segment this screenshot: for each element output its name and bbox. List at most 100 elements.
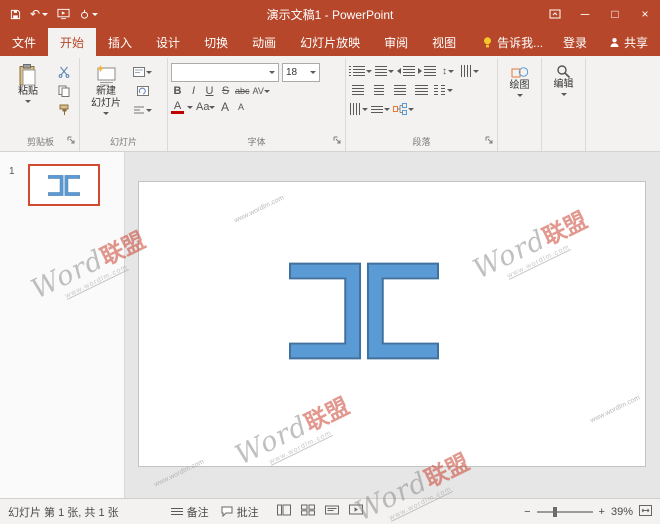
slide-sorter-view-button[interactable] bbox=[301, 504, 315, 519]
title-bar: ↶ 演示文稿1 - PowerPoint ─ □ × bbox=[0, 0, 660, 28]
grow-font-button[interactable]: A bbox=[218, 100, 231, 114]
tab-slideshow[interactable]: 幻灯片放映 bbox=[288, 28, 372, 56]
zoom-percent[interactable]: 39% bbox=[611, 506, 633, 518]
slide-counter: 幻灯片 第 1 张, 共 1 张 bbox=[8, 504, 119, 520]
bullets-button[interactable] bbox=[349, 63, 372, 79]
line-spacing-button[interactable]: ↕ bbox=[439, 63, 457, 79]
paste-button[interactable]: 粘贴 bbox=[5, 60, 51, 136]
start-slideshow-button[interactable] bbox=[57, 8, 70, 20]
sign-in-button[interactable]: 登录 bbox=[553, 28, 597, 56]
decrease-indent-button[interactable] bbox=[397, 63, 415, 79]
align-text-caret-icon bbox=[384, 108, 390, 111]
convert-to-smartart-button[interactable] bbox=[393, 101, 414, 117]
font-color-button[interactable]: A bbox=[171, 101, 184, 114]
cut-button[interactable] bbox=[55, 64, 73, 80]
undo-button[interactable]: ↶ bbox=[30, 7, 48, 21]
smartart-icon bbox=[393, 103, 407, 115]
close-button[interactable]: × bbox=[630, 0, 660, 28]
ribbon-tab-bar: 文件 开始 插入 设计 切换 动画 幻灯片放映 审阅 视图 告诉我... 登录 … bbox=[0, 28, 660, 56]
maximize-button[interactable]: □ bbox=[600, 0, 630, 28]
ribbon-display-options-button[interactable] bbox=[540, 0, 570, 28]
layout-button[interactable] bbox=[133, 64, 152, 80]
editing-button[interactable]: 编辑 bbox=[545, 60, 582, 136]
slideshow-view-button[interactable] bbox=[349, 504, 363, 519]
strikethrough-button[interactable]: S bbox=[219, 85, 232, 97]
slideshow-icon bbox=[57, 8, 70, 20]
group-label-clipboard: 剪贴板 bbox=[27, 137, 54, 147]
align-text-button[interactable] bbox=[371, 101, 390, 117]
shrink-font-button[interactable]: A bbox=[234, 102, 247, 112]
change-case-button[interactable]: Aa bbox=[196, 101, 215, 113]
section-button[interactable] bbox=[133, 102, 152, 118]
align-left-button[interactable] bbox=[349, 82, 367, 98]
line-spacing-caret-icon bbox=[448, 70, 454, 73]
tell-me-label: 告诉我... bbox=[497, 34, 543, 51]
character-spacing-button[interactable]: AV bbox=[253, 86, 270, 96]
new-slide-button[interactable]: 新建 幻灯片 bbox=[83, 60, 129, 136]
notes-button[interactable]: 备注 bbox=[171, 504, 209, 520]
italic-button[interactable]: I bbox=[187, 85, 200, 97]
reading-view-button[interactable] bbox=[325, 504, 339, 519]
smartart-caret-icon bbox=[408, 108, 414, 111]
bold-button[interactable]: B bbox=[171, 85, 184, 97]
rotate-text-button[interactable] bbox=[349, 101, 368, 117]
font-dialog-launcher[interactable] bbox=[333, 136, 342, 149]
i-beam-right-half[interactable] bbox=[368, 264, 438, 359]
tab-transitions[interactable]: 切换 bbox=[192, 28, 240, 56]
tab-animations[interactable]: 动画 bbox=[240, 28, 288, 56]
i-beam-left-half bbox=[48, 175, 63, 195]
group-label-font: 字体 bbox=[247, 137, 265, 147]
save-button[interactable] bbox=[10, 9, 21, 20]
text-direction-button[interactable] bbox=[460, 63, 479, 79]
align-right-button[interactable] bbox=[391, 82, 409, 98]
format-painter-icon bbox=[58, 104, 70, 116]
tab-home[interactable]: 开始 bbox=[48, 28, 96, 56]
minimize-button[interactable]: ─ bbox=[570, 0, 600, 28]
layout-icon bbox=[133, 67, 145, 77]
text-shadow-button[interactable]: abc bbox=[235, 86, 250, 96]
tab-view[interactable]: 视图 bbox=[420, 28, 468, 56]
rotate-text-caret-icon bbox=[362, 108, 368, 111]
slide-canvas[interactable] bbox=[138, 181, 646, 467]
drawing-button[interactable]: 绘图 bbox=[501, 60, 538, 136]
tell-me-box[interactable]: 告诉我... bbox=[476, 28, 549, 56]
tab-design[interactable]: 设计 bbox=[144, 28, 192, 56]
tab-file[interactable]: 文件 bbox=[0, 28, 48, 56]
i-beam-left-half[interactable] bbox=[290, 264, 360, 359]
reset-slide-button[interactable] bbox=[133, 83, 152, 99]
i-beam-shape[interactable] bbox=[289, 262, 439, 360]
group-label-slides: 幻灯片 bbox=[110, 137, 137, 147]
underline-button[interactable]: U bbox=[203, 85, 216, 97]
share-button[interactable]: 共享 bbox=[597, 28, 660, 56]
paragraph-dialog-launcher[interactable] bbox=[485, 136, 494, 149]
fit-to-window-button[interactable] bbox=[639, 505, 652, 519]
layout-caret-icon bbox=[146, 71, 152, 74]
touch-mode-button[interactable] bbox=[79, 9, 98, 20]
zoom-in-button[interactable]: + bbox=[599, 506, 605, 518]
bullets-caret-icon bbox=[366, 70, 372, 73]
slide-thumbnail-pane[interactable]: 1 bbox=[0, 152, 125, 498]
normal-view-button[interactable] bbox=[277, 504, 291, 519]
group-label-paragraph: 段落 bbox=[412, 137, 430, 147]
tab-insert[interactable]: 插入 bbox=[96, 28, 144, 56]
zoom-out-button[interactable]: − bbox=[524, 506, 530, 518]
zoom-slider[interactable] bbox=[537, 511, 593, 513]
comments-button[interactable]: 批注 bbox=[221, 504, 259, 520]
increase-indent-button[interactable] bbox=[418, 63, 436, 79]
align-center-button[interactable] bbox=[370, 82, 388, 98]
slide-thumbnail-1[interactable] bbox=[28, 164, 100, 206]
font-size-combo[interactable]: 18 bbox=[282, 63, 320, 82]
slide-editing-area[interactable] bbox=[125, 152, 660, 498]
clipboard-dialog-launcher[interactable] bbox=[67, 136, 76, 149]
copy-icon bbox=[58, 85, 70, 97]
scissors-icon bbox=[58, 66, 70, 78]
format-painter-button[interactable] bbox=[55, 102, 73, 118]
justify-button[interactable] bbox=[412, 82, 430, 98]
window-title: 演示文稿1 - PowerPoint bbox=[267, 6, 394, 23]
zoom-slider-thumb[interactable] bbox=[553, 507, 557, 517]
font-name-combo[interactable] bbox=[171, 63, 279, 82]
copy-button[interactable] bbox=[55, 83, 73, 99]
tab-review[interactable]: 审阅 bbox=[372, 28, 420, 56]
numbering-button[interactable] bbox=[375, 63, 394, 79]
columns-button[interactable] bbox=[433, 82, 453, 98]
